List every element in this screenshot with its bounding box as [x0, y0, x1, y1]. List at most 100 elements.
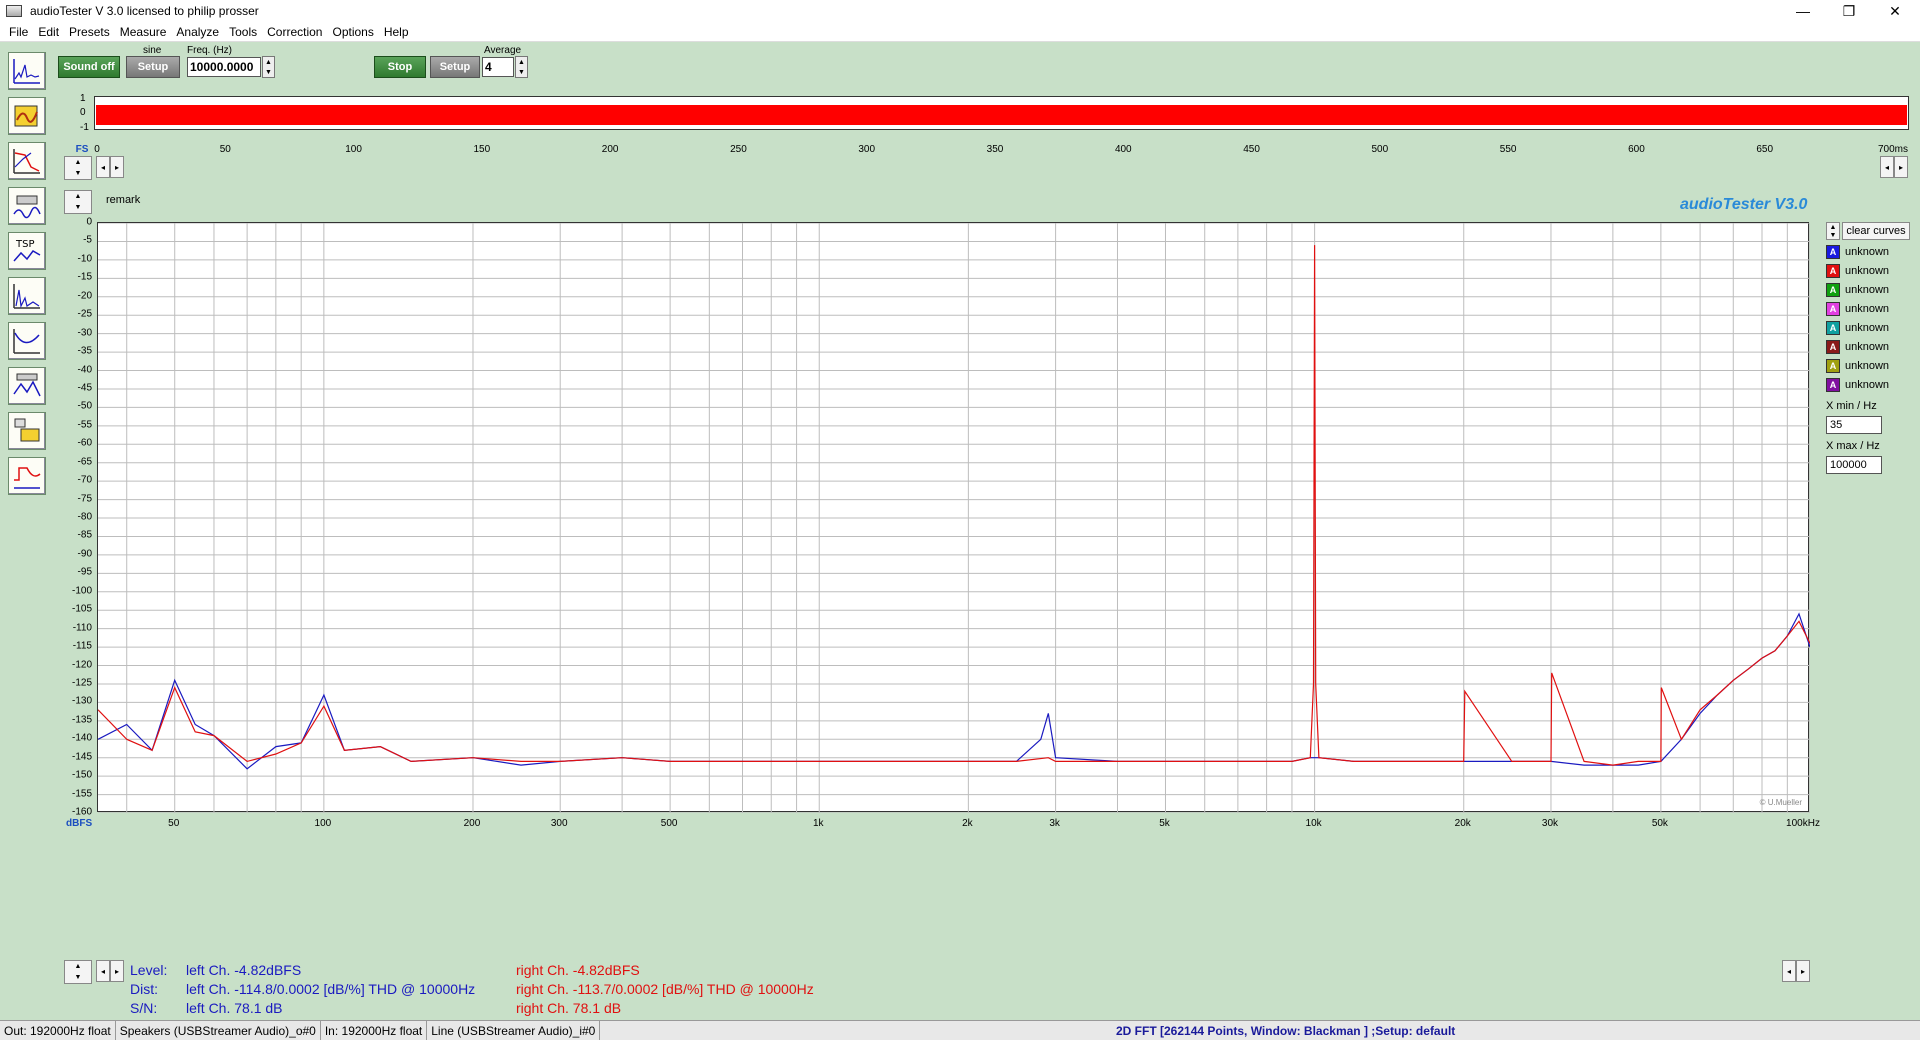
y-tick-label: -95 — [77, 566, 92, 578]
x-tick-label: 100kHz — [1786, 818, 1820, 829]
menu-tools[interactable]: Tools — [229, 25, 257, 39]
frequency-response-tool-icon[interactable] — [8, 142, 46, 180]
legend-stepper[interactable]: ▲ ▼ — [1826, 222, 1840, 240]
stop-button[interactable]: Stop — [374, 56, 426, 78]
speaker-measure-tool-icon[interactable] — [8, 187, 46, 225]
x-tick-label: 50 — [168, 818, 180, 829]
scope-x-tick: 250 — [730, 144, 747, 155]
legend-item-label: unknown — [1845, 303, 1890, 315]
up-arrow-icon: ▲ — [1829, 223, 1837, 231]
menu-options[interactable]: Options — [332, 25, 373, 39]
menu-help[interactable]: Help — [384, 25, 409, 39]
close-button[interactable]: ✕ — [1872, 0, 1918, 22]
legend-item[interactable]: Aunknown — [1826, 358, 1889, 374]
right-arrow-icon: ▸ — [114, 162, 119, 172]
legend-item-label: unknown — [1845, 360, 1890, 372]
minimize-button[interactable]: — — [1780, 0, 1826, 22]
legend-item-label: unknown — [1845, 379, 1890, 391]
remark-field[interactable]: remark — [106, 194, 140, 206]
xmax-input[interactable]: 100000 — [1826, 456, 1882, 474]
scope-scroll-left[interactable]: ◂ — [1880, 156, 1894, 178]
y-zoom-stepper[interactable]: ▲ ▼ — [64, 190, 92, 214]
freq-label: Freq. (Hz) — [187, 45, 232, 56]
y-tick-label: -160 — [71, 806, 92, 818]
xmin-input[interactable]: 35 — [1826, 416, 1882, 434]
curve-color-icon[interactable]: A — [1826, 340, 1840, 354]
x-scroll-left[interactable]: ◂ — [96, 960, 110, 982]
scope-y-tick: 1 — [80, 93, 86, 104]
analyzer-setup-button[interactable]: Setup — [430, 56, 480, 78]
restore-button[interactable]: ❐ — [1826, 0, 1872, 22]
curve-color-icon[interactable]: A — [1826, 302, 1840, 316]
scope-y-tick: 0 — [80, 107, 86, 118]
up-arrow-icon: ▲ — [265, 58, 272, 66]
x-tick-label: 10k — [1305, 818, 1322, 829]
curve-color-icon[interactable]: A — [1826, 283, 1840, 297]
impedance-tool-icon[interactable] — [8, 322, 46, 360]
legend-item[interactable]: Aunknown — [1826, 339, 1889, 355]
frequency-stepper[interactable]: ▲ ▼ — [262, 56, 275, 78]
curve-color-icon[interactable]: A — [1826, 359, 1840, 373]
y-tick-label: -50 — [77, 400, 92, 412]
scope-signal — [96, 105, 1907, 125]
average-input[interactable]: 4 — [482, 57, 514, 77]
generator-tool-icon[interactable] — [8, 97, 46, 135]
y-tick-label: -45 — [77, 382, 92, 394]
average-stepper[interactable]: ▲ ▼ — [515, 56, 528, 78]
x-scroll-right[interactable]: ▸ — [110, 960, 124, 982]
scope-scroll-right[interactable]: ▸ — [1894, 156, 1908, 178]
curve-color-icon[interactable]: A — [1826, 264, 1840, 278]
curve-color-icon[interactable]: A — [1826, 321, 1840, 335]
y-tick-label: -65 — [77, 456, 92, 468]
scope-x-tick: 450 — [1243, 144, 1260, 155]
left-sn-value: left Ch. 78.1 dB — [186, 1000, 283, 1016]
y-tick-label: -145 — [71, 751, 92, 763]
y-axis-label: dBFS — [66, 818, 93, 829]
scope-y-tick: -1 — [80, 122, 89, 133]
sn-label: S/N: — [130, 1000, 158, 1016]
sound-off-button[interactable]: Sound off — [58, 56, 120, 78]
legend-item[interactable]: Aunknown — [1826, 320, 1889, 336]
down-arrow-icon: ▼ — [74, 974, 82, 981]
sweep-tool-icon[interactable] — [8, 412, 46, 450]
scope-x-tick: 200 — [601, 144, 619, 155]
menu-correction[interactable]: Correction — [267, 25, 322, 39]
y-tick-label: 0 — [86, 216, 92, 228]
app-icon — [6, 5, 22, 17]
legend-item[interactable]: Aunknown — [1826, 301, 1889, 317]
menu-presets[interactable]: Presets — [69, 25, 110, 39]
legend-item[interactable]: Aunknown — [1826, 244, 1889, 260]
curve-color-icon[interactable]: A — [1826, 245, 1840, 259]
menu-analyze[interactable]: Analyze — [176, 25, 219, 39]
x-tick-label: 300 — [550, 818, 568, 829]
scope-zoom-stepper[interactable]: ▲ ▼ — [64, 156, 92, 180]
oscilloscope-tool-icon[interactable] — [8, 457, 46, 495]
y-tick-label: -105 — [71, 603, 92, 615]
x-scroll-left[interactable]: ◂ — [1782, 960, 1796, 982]
fft-spectrum-tool-icon[interactable] — [8, 52, 46, 90]
tsp-tool-icon[interactable]: TSP — [8, 232, 46, 270]
y-tick-label: -15 — [77, 271, 92, 283]
legend-item[interactable]: Aunknown — [1826, 377, 1889, 393]
bottom-zoom-stepper[interactable]: ▲ ▼ — [64, 960, 92, 984]
legend-item[interactable]: Aunknown — [1826, 263, 1889, 279]
menu-edit[interactable]: Edit — [38, 25, 59, 39]
scope-scroll-right[interactable]: ▸ — [110, 156, 124, 178]
fft-plot[interactable]: © U.Mueller — [97, 222, 1810, 813]
scope-scroll-left[interactable]: ◂ — [96, 156, 110, 178]
menu-measure[interactable]: Measure — [120, 25, 167, 39]
curve-color-icon[interactable]: A — [1826, 378, 1840, 392]
waterfall-tool-icon[interactable] — [8, 367, 46, 405]
y-tick-label: -90 — [77, 548, 92, 560]
spectrum-peaks-tool-icon[interactable] — [8, 277, 46, 315]
menu-file[interactable]: File — [9, 25, 28, 39]
legend-item[interactable]: Aunknown — [1826, 282, 1889, 298]
y-tick-label: -135 — [71, 714, 92, 726]
generator-setup-button[interactable]: Setup — [126, 56, 180, 78]
xmax-label: X max / Hz — [1826, 440, 1880, 452]
legend-item-label: unknown — [1845, 246, 1890, 258]
legend-item-label: unknown — [1845, 341, 1890, 353]
frequency-input[interactable]: 10000.0000 — [187, 57, 261, 77]
x-scroll-right[interactable]: ▸ — [1796, 960, 1810, 982]
clear-curves-button[interactable]: clear curves — [1842, 222, 1910, 240]
